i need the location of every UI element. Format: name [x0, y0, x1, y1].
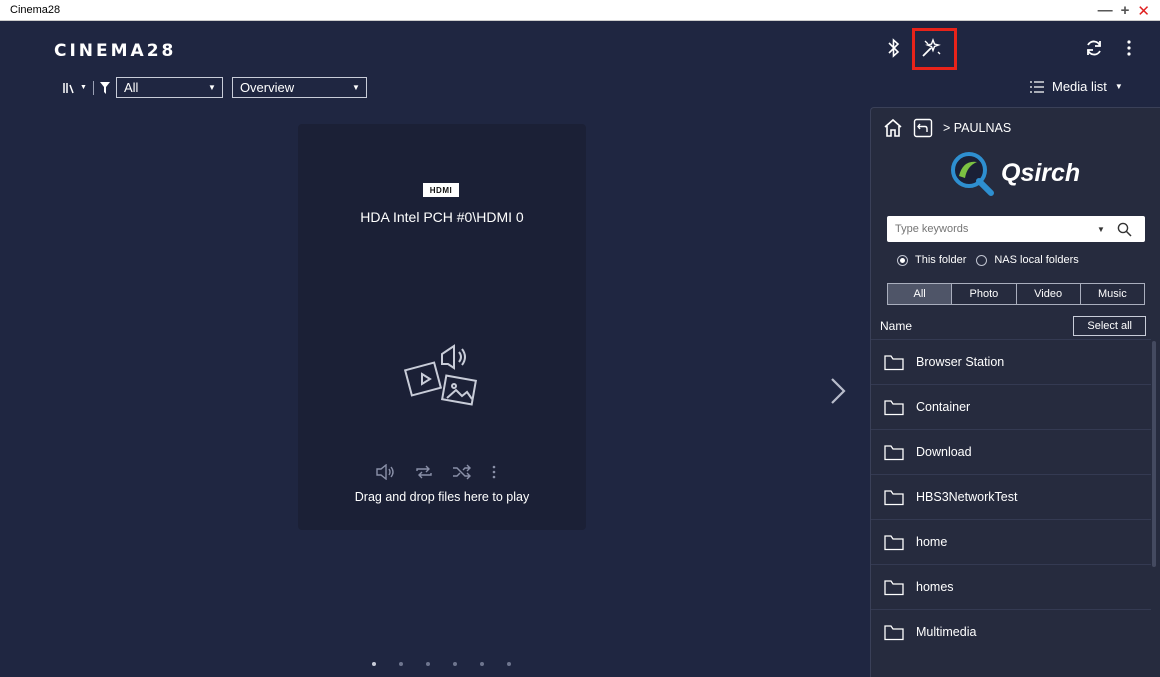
name-column-header[interactable]: Name [880, 319, 912, 333]
folder-icon [884, 579, 904, 595]
folder-name: Container [916, 400, 971, 414]
filter-icon [99, 81, 110, 94]
search-icon[interactable] [1111, 222, 1137, 237]
list-header: Name Select all [880, 316, 1146, 336]
chevron-down-icon[interactable]: ▼ [1097, 225, 1111, 234]
folder-name: Download [916, 445, 972, 459]
hdmi-badge: HDMI [423, 183, 459, 197]
search-box: ▼ [887, 216, 1145, 242]
close-button[interactable]: ✕ [1137, 2, 1150, 20]
chevron-down-icon: ▼ [1114, 82, 1123, 91]
list-item[interactable]: Browser Station [871, 339, 1151, 384]
list-item[interactable]: Container [871, 384, 1151, 429]
device-name: HDA Intel PCH #0\HDMI 0 [360, 209, 524, 225]
filter-select-value: All [123, 80, 139, 95]
list-item[interactable]: HBS3NetworkTest [871, 474, 1151, 519]
folder-list-scrollbar[interactable] [1152, 341, 1156, 567]
library-icon [63, 82, 74, 93]
folder-list: Browser Station Container Download HBS3N… [871, 339, 1151, 654]
tab-video[interactable]: Video [1017, 284, 1081, 304]
breadcrumb: > PAULNAS [883, 118, 1011, 138]
library-view-button[interactable]: ▼ [62, 81, 87, 95]
player-card[interactable]: HDMI HDA Intel PCH #0\HDMI 0 Drag and dr… [298, 124, 586, 530]
list-item[interactable]: Download [871, 429, 1151, 474]
list-item[interactable]: homes [871, 564, 1151, 609]
shuffle-icon[interactable] [452, 464, 472, 480]
maximize-button[interactable]: + [1121, 2, 1130, 19]
page-indicator [372, 662, 511, 666]
window-title: Cinema28 [10, 4, 61, 16]
chevron-down-icon: ▼ [352, 83, 360, 92]
drop-hint: Drag and drop files here to play [354, 490, 530, 504]
toolbar: ▼ All ▼ Overview ▼ [62, 77, 367, 98]
page-dot[interactable] [453, 662, 457, 666]
list-item[interactable]: Multimedia [871, 609, 1151, 654]
radio-indicator [976, 254, 988, 266]
tab-all[interactable]: All [888, 284, 953, 304]
more-vertical-icon[interactable] [490, 464, 498, 480]
filter-select[interactable]: All ▼ [115, 77, 223, 98]
volume-icon[interactable] [376, 464, 396, 480]
repeat-icon[interactable] [414, 464, 434, 480]
qsirch-logo-icon [951, 152, 994, 196]
media-list-panel: > PAULNAS Qsirch ▼ This folder [870, 107, 1160, 677]
folder-name: home [916, 535, 948, 549]
search-scope: This folder NAS local folders [897, 254, 1079, 266]
window-controls: — + ✕ [1098, 0, 1150, 21]
page-dot[interactable] [426, 662, 430, 666]
window-titlebar: Cinema28 — + ✕ [0, 0, 1160, 21]
select-all-button[interactable]: Select all [1073, 316, 1146, 336]
breadcrumb-path[interactable]: > PAULNAS [943, 121, 1011, 135]
media-list-toggle[interactable]: Media list ▼ [1030, 79, 1123, 94]
toolbar-divider [92, 80, 94, 95]
folder-icon [884, 354, 904, 370]
page-dot[interactable] [372, 662, 376, 666]
radio-label: NAS local folders [994, 254, 1079, 266]
minimize-button[interactable]: — [1098, 2, 1113, 19]
bluetooth-icon[interactable] [884, 37, 904, 59]
view-select[interactable]: Overview ▼ [231, 77, 367, 98]
home-icon[interactable] [883, 118, 903, 138]
radio-indicator [897, 254, 908, 266]
list-item[interactable]: home [871, 519, 1151, 564]
page-dot[interactable] [480, 662, 484, 666]
player-controls [376, 464, 498, 480]
next-page-chevron-icon[interactable] [828, 376, 848, 411]
view-select-value: Overview [239, 80, 295, 95]
more-vertical-icon[interactable] [1120, 37, 1138, 59]
radio-label: This folder [915, 254, 967, 266]
qsirch-wordmark: Qsirch [1001, 158, 1081, 187]
folder-icon [884, 624, 904, 640]
app-logo: CINEMA28 [54, 41, 177, 61]
folder-name: homes [916, 580, 954, 594]
folder-name: HBS3NetworkTest [916, 490, 1018, 504]
search-input[interactable] [887, 223, 1097, 235]
page-dot[interactable] [507, 662, 511, 666]
chevron-down-icon: ▼ [80, 84, 87, 91]
media-type-tabs: All Photo Video Music [887, 283, 1145, 305]
list-icon [1030, 80, 1044, 93]
app-main: CINEMA28 ▼ All ▼ Overview ▼ Media list ▼… [0, 21, 1160, 677]
radio-this-folder[interactable]: This folder [897, 254, 966, 266]
tab-photo[interactable]: Photo [952, 284, 1017, 304]
folder-icon [884, 444, 904, 460]
chevron-down-icon: ▼ [208, 83, 216, 92]
highlight-box [912, 28, 957, 70]
folder-name: Multimedia [916, 625, 977, 639]
radio-nas-local-folders[interactable]: NAS local folders [976, 254, 1079, 266]
refresh-icon[interactable] [1083, 37, 1105, 59]
media-placeholder-icon [403, 344, 480, 419]
back-icon[interactable] [913, 118, 933, 138]
folder-icon [884, 489, 904, 505]
qsirch-logo: Qsirch [949, 150, 1080, 196]
folder-name: Browser Station [916, 355, 1005, 369]
folder-icon [884, 399, 904, 415]
media-list-label: Media list [1052, 79, 1107, 94]
tab-music[interactable]: Music [1081, 284, 1144, 304]
page-dot[interactable] [399, 662, 403, 666]
folder-icon [884, 534, 904, 550]
